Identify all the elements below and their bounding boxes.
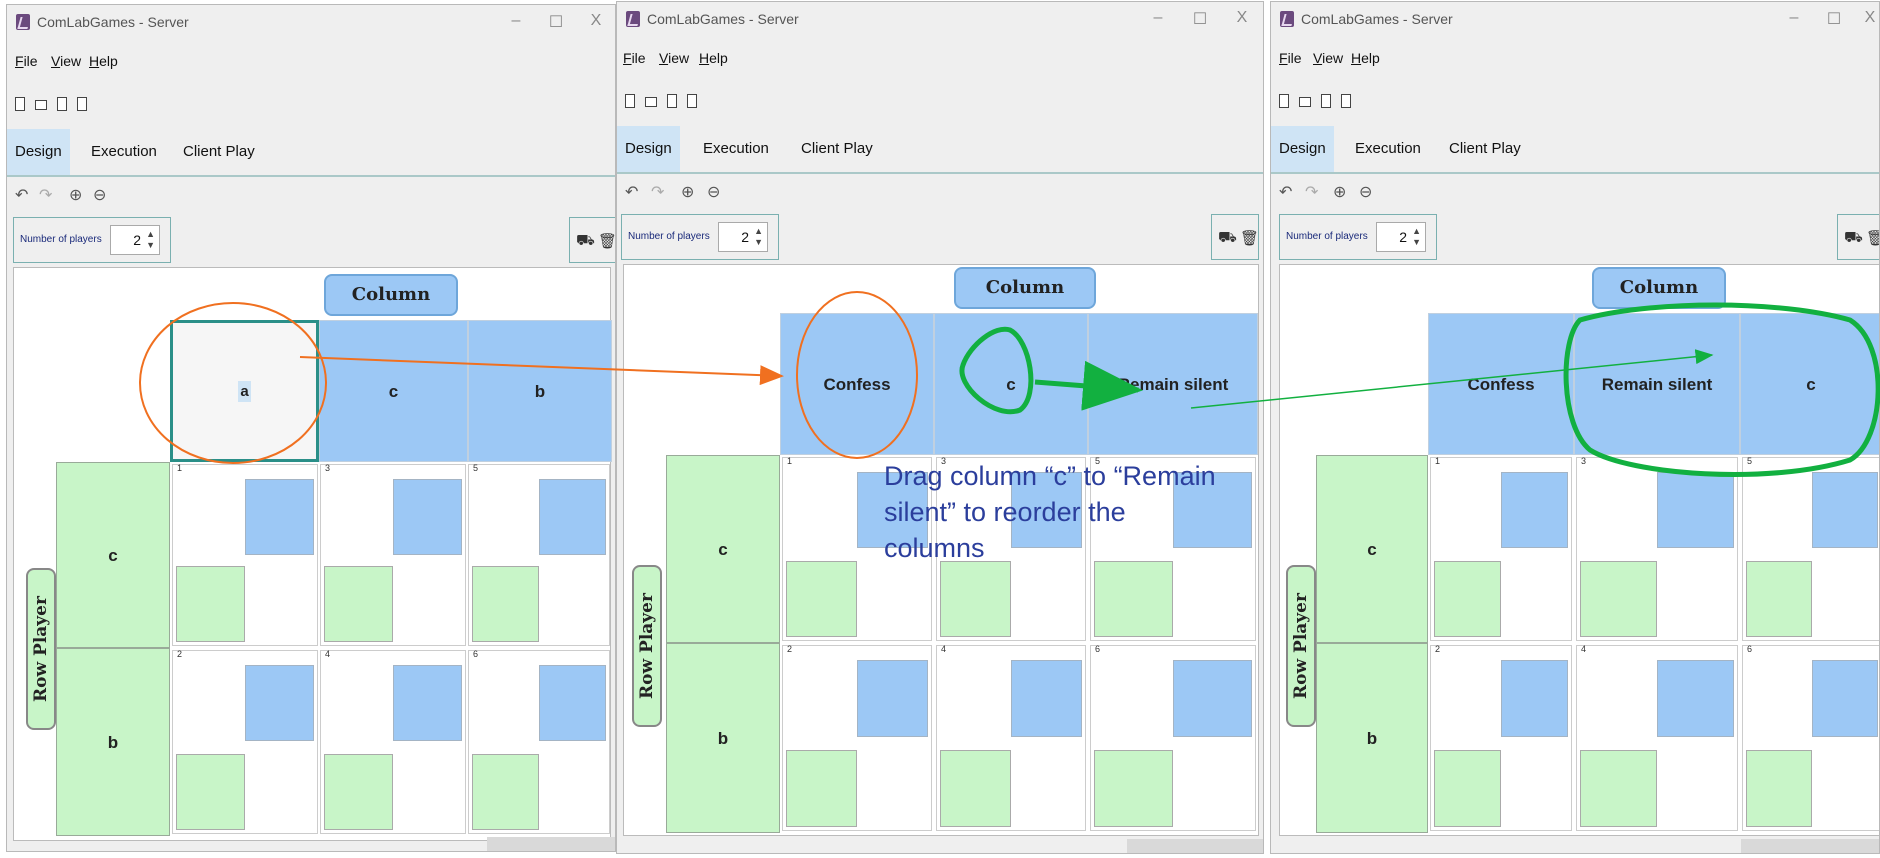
green-drag-arrow [1034, 360, 1143, 411]
green-circle-highlight [1563, 302, 1880, 477]
green-thin-arrow [1190, 349, 1714, 409]
green-circle-highlight [959, 326, 1034, 415]
orange-circle-highlight [139, 302, 327, 464]
orange-circle-highlight [796, 291, 918, 459]
orange-arrow [299, 356, 784, 386]
annotation-overlay [139, 291, 1880, 477]
